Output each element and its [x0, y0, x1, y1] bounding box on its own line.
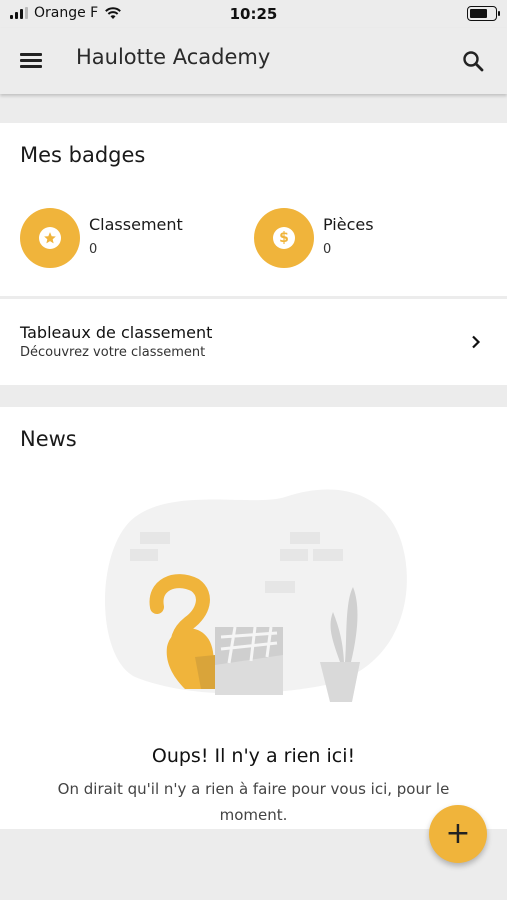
- badge-circle: $: [254, 208, 314, 268]
- status-bar: Orange F 10:25: [0, 0, 507, 28]
- news-title: News: [20, 427, 77, 451]
- search-icon[interactable]: [461, 49, 485, 73]
- badge-label: Pièces: [323, 215, 374, 234]
- add-fab-button[interactable]: +: [429, 805, 487, 863]
- empty-state-text: On dirait qu'il n'y a rien à faire pour …: [57, 780, 450, 824]
- leaderboard-title: Tableaux de classement: [20, 323, 213, 342]
- badge-circle: [20, 208, 80, 268]
- app-bar: Haulotte Academy: [0, 28, 507, 94]
- leaderboard-subtitle: Découvrez votre classement: [20, 345, 206, 360]
- badges-title: Mes badges: [20, 143, 146, 167]
- news-card: News Oups! Il n'y a rien ici! On dirait …: [0, 407, 507, 829]
- badges-card: Mes badges Classement 0 $ Pièces 0: [0, 123, 507, 296]
- star-icon: [39, 227, 61, 249]
- badge-count: 0: [89, 242, 98, 257]
- plus-icon: +: [445, 816, 471, 851]
- badge-classement[interactable]: Classement 0: [20, 208, 183, 268]
- status-time: 10:25: [229, 5, 278, 23]
- app-title: Haulotte Academy: [76, 45, 271, 69]
- empty-state-illustration: [105, 489, 407, 702]
- dollar-coin-icon: $: [273, 227, 295, 249]
- badge-count: 0: [323, 242, 332, 257]
- badge-text: Classement 0: [89, 215, 183, 268]
- badge-pieces[interactable]: $ Pièces 0: [254, 208, 374, 268]
- badge-text: Pièces 0: [323, 215, 374, 268]
- hamburger-menu-icon[interactable]: [20, 51, 42, 69]
- leaderboard-row[interactable]: Tableaux de classement Découvrez votre c…: [0, 299, 507, 385]
- empty-state-title: Oups! Il n'y a rien ici!: [151, 745, 356, 767]
- leaderboard-card: Tableaux de classement Découvrez votre c…: [0, 299, 507, 385]
- battery-icon: [467, 6, 500, 21]
- chevron-right-icon: [472, 335, 481, 349]
- badge-label: Classement: [89, 215, 183, 234]
